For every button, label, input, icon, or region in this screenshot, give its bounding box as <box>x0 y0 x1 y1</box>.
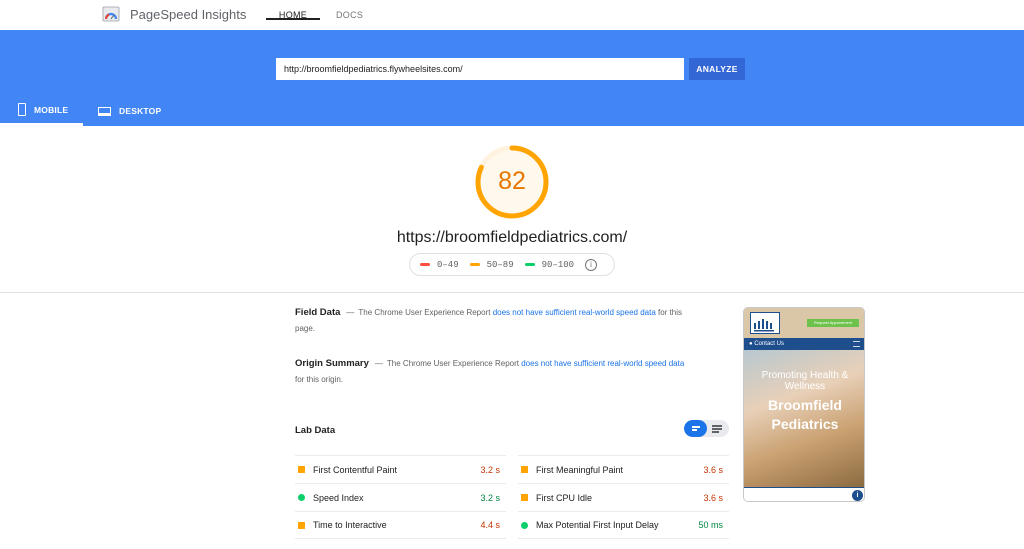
tab-desktop-label: DESKTOP <box>119 106 162 116</box>
top-bar: PageSpeed Insights HOME DOCS <box>0 0 1024 30</box>
metric-value: 3.6 s <box>703 492 723 503</box>
origin-summary-link[interactable]: does not have sufficient real-world spee… <box>521 359 684 368</box>
tab-mobile-label: MOBILE <box>34 104 69 115</box>
metric-row: First Contentful Paint 3.2 s <box>295 455 506 483</box>
metric-label: First Meaningful Paint <box>536 464 624 475</box>
field-data-section: Field Data — The Chrome User Experience Re… <box>295 307 683 333</box>
metric-value: 3.2 s <box>480 492 500 503</box>
legend-pass-label: 90–100 <box>541 259 575 270</box>
metric-row: First CPU Idle 3.6 s <box>518 483 729 511</box>
lab-data-title: Lab Data <box>295 425 336 436</box>
origin-summary-text-after: for this origin. <box>295 375 344 384</box>
legend-average-label: 50–89 <box>486 259 514 270</box>
origin-summary-title: Origin Summary <box>295 358 369 369</box>
chat-icon: ● <box>749 341 753 347</box>
metrics-left: First Contentful Paint 3.2 s Speed Index… <box>295 455 506 539</box>
field-data-text: The Chrome User Experience Report <box>358 308 491 317</box>
origin-summary-text: The Chrome User Experience Report <box>386 359 519 368</box>
field-data-title: Field Data <box>295 307 341 318</box>
thumb-logo <box>750 312 780 334</box>
legend-fail-swatch <box>420 263 430 266</box>
tab-mobile[interactable]: MOBILE <box>0 96 83 126</box>
pass-circle-icon <box>298 494 305 501</box>
tab-desktop[interactable]: DESKTOP <box>98 96 161 126</box>
metric-label: First Contentful Paint <box>313 464 398 475</box>
origin-summary-section: Origin Summary — The Chrome User Experienc… <box>295 358 685 384</box>
legend-average-swatch <box>469 263 480 266</box>
average-square-icon <box>298 466 305 473</box>
thumb-site-name: Broomfield Pediatrics <box>768 397 842 432</box>
metrics-right: First Meaningful Paint 3.6 s First CPU I… <box>518 455 729 539</box>
metric-row: Speed Index 3.2 s <box>295 483 506 511</box>
thumb-footer: i <box>744 487 864 501</box>
metric-row: Max Potential First Input Delay 50 ms <box>518 511 729 539</box>
thumb-nav: ● Contact Us <box>744 338 864 350</box>
legend-pass: 90–100 <box>524 259 575 270</box>
metric-label: Speed Index <box>313 492 364 503</box>
pagespeed-logo-icon <box>102 6 120 22</box>
legend-pass-swatch <box>524 263 535 266</box>
nav-home-tab[interactable]: HOME <box>266 0 320 20</box>
list-view-icon[interactable] <box>712 425 722 427</box>
metric-label: Time to Interactive <box>313 520 387 530</box>
app-title: PageSpeed Insights <box>130 7 247 22</box>
info-badge-icon: i <box>852 490 863 501</box>
pass-circle-icon <box>521 521 528 529</box>
legend-fail-label: 0–49 <box>437 259 459 270</box>
divider <box>0 292 1024 293</box>
thumb-header: Request Appointment <box>744 308 864 338</box>
legend-average: 50–89 <box>469 259 514 270</box>
url-input[interactable] <box>276 58 684 80</box>
metric-value: 50 ms <box>698 520 723 530</box>
average-square-icon <box>298 521 305 529</box>
metric-row: First Meaningful Paint 3.6 s <box>518 455 729 483</box>
performance-score: 82 <box>498 167 526 195</box>
analyze-button[interactable]: ANALYZE <box>689 58 745 80</box>
info-icon[interactable]: i <box>585 258 598 271</box>
field-data-link[interactable]: does not have sufficient real-world spee… <box>493 308 656 317</box>
average-square-icon <box>521 494 528 501</box>
metric-row: Time to Interactive 4.4 s <box>295 511 506 539</box>
thumb-appointment-button: Request Appointment <box>807 319 859 327</box>
search-hero: ANALYZE MOBILE DESKTOP <box>0 30 1024 126</box>
metric-label: First CPU Idle <box>536 492 593 503</box>
phone-icon <box>18 103 26 116</box>
summary-view-button[interactable] <box>684 420 707 437</box>
nav-docs-tab[interactable]: DOCS <box>336 10 363 20</box>
score-legend: 0–49 50–89 90–100 i <box>409 253 615 276</box>
hamburger-icon <box>853 341 860 347</box>
view-toggle[interactable] <box>684 420 729 437</box>
thumb-nav-label: Contact Us <box>754 341 784 347</box>
average-square-icon <box>521 466 528 473</box>
page-screenshot-thumbnail: Request Appointment ● Contact Us Promoti… <box>743 307 865 502</box>
metric-value: 3.6 s <box>703 464 723 475</box>
metric-value: 4.4 s <box>480 520 500 530</box>
thumb-tagline: Promoting Health & Wellness <box>761 370 849 392</box>
legend-fail: 0–49 <box>420 260 459 270</box>
final-url: https://broomfieldpediatrics.com/ <box>396 229 628 246</box>
laptop-icon <box>98 106 111 116</box>
metric-value: 3.2 s <box>480 464 500 475</box>
